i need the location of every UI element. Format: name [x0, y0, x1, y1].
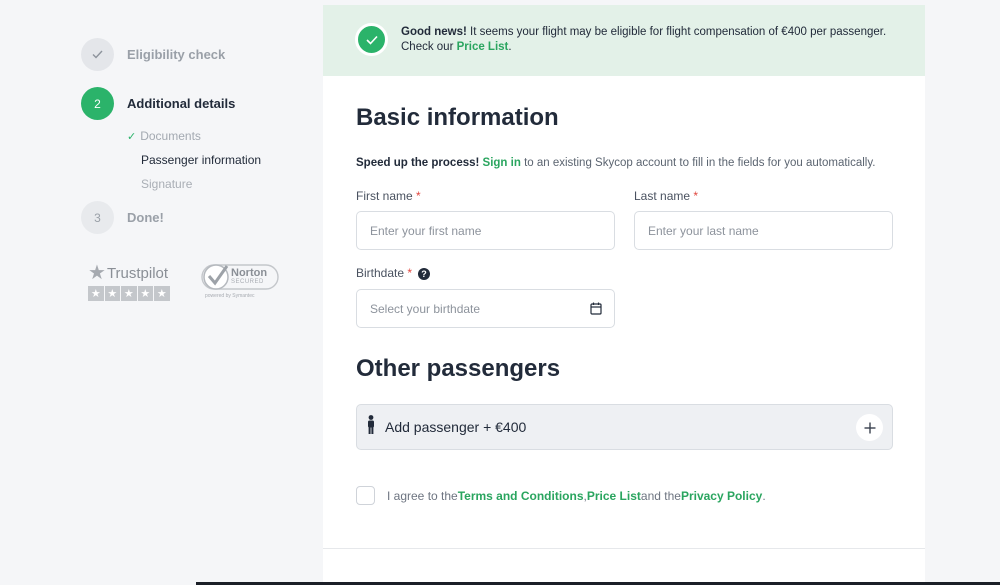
- substep-label: Documents: [140, 129, 201, 143]
- help-icon[interactable]: ?: [418, 267, 431, 280]
- step-additional-details: 2 Additional details: [81, 87, 235, 120]
- label-text: Last name: [634, 189, 691, 203]
- step-label: Eligibility check: [127, 47, 226, 62]
- required-mark: *: [407, 266, 413, 280]
- banner-suffix: .: [508, 41, 512, 53]
- substep-documents: ✓ Documents: [127, 129, 201, 143]
- eligibility-banner: Good news! It seems your flight may be e…: [323, 5, 925, 76]
- last-name-input[interactable]: Enter your last name: [634, 211, 893, 250]
- norton-sub: SECURED: [231, 279, 264, 285]
- first-name-label: First name *: [356, 189, 421, 203]
- required-mark: *: [693, 189, 699, 203]
- substep-label: Passenger information: [141, 153, 262, 167]
- star-icon: ★: [137, 286, 153, 301]
- add-passenger-label: Add passenger + €400: [385, 419, 527, 435]
- price-list-link[interactable]: Price List: [587, 489, 641, 503]
- terms-checkbox[interactable]: [356, 486, 375, 505]
- claim-form-card: Good news! It seems your flight may be e…: [323, 5, 925, 585]
- check-icon: ✓: [127, 130, 137, 143]
- agree-end: .: [762, 488, 766, 503]
- calendar-icon[interactable]: [590, 302, 602, 318]
- last-name-label: Last name *: [634, 189, 698, 203]
- birthdate-input[interactable]: Select your birthdate: [356, 289, 615, 328]
- person-icon: [367, 415, 375, 439]
- speed-text: to an existing Skycop account to fill in…: [520, 157, 876, 169]
- plus-icon[interactable]: [856, 414, 883, 441]
- banner-message: Good news! It seems your flight may be e…: [401, 25, 901, 55]
- step-done: 3 Done!: [81, 201, 164, 234]
- norton-name: Norton: [231, 267, 268, 279]
- star-icon: ★: [104, 286, 120, 301]
- rating-stars: ★ ★ ★ ★ ★: [88, 286, 171, 301]
- sign-in-link[interactable]: Sign in: [483, 157, 521, 169]
- norton-powered: powered by Symantec: [205, 293, 255, 299]
- price-list-link[interactable]: Price List: [457, 41, 509, 53]
- section-title-other: Other passengers: [356, 355, 561, 382]
- banner-strong: Good news!: [401, 26, 467, 38]
- norton-secured-logo: Norton SECURED powered by Symantec: [201, 262, 279, 302]
- progress-sidebar: Eligibility check 2 Additional details ✓…: [0, 0, 320, 585]
- step-label: Done!: [127, 210, 164, 225]
- divider: [323, 548, 925, 549]
- section-title-basic: Basic information: [356, 104, 559, 131]
- banner-line2: Check our: [401, 41, 457, 53]
- substep-label: Signature: [141, 177, 193, 191]
- substep-signature: Signature: [141, 177, 192, 191]
- speed-strong: Speed up the process!: [356, 157, 480, 169]
- terms-agreement: I agree to the Terms and Conditions, Pri…: [356, 486, 766, 505]
- check-circle-icon: [355, 23, 388, 56]
- trustpilot-logo: ★ Trustpilot ★ ★ ★ ★ ★: [88, 263, 171, 301]
- banner-text: It seems your flight may be eligible for…: [466, 26, 887, 38]
- step-number: 3: [81, 201, 114, 234]
- speed-up-message: Speed up the process! Sign in to an exis…: [356, 157, 875, 169]
- terms-link[interactable]: Terms and Conditions: [458, 489, 584, 503]
- label-text: Birthdate: [356, 266, 405, 280]
- required-mark: *: [416, 189, 421, 203]
- agree-sep: and the: [640, 488, 681, 503]
- star-icon: ★: [88, 286, 104, 301]
- check-icon: [81, 38, 114, 71]
- agree-prefix: I agree to the: [387, 488, 458, 503]
- trustpilot-name: Trustpilot: [106, 264, 169, 282]
- step-number: 2: [81, 87, 114, 120]
- step-label: Additional details: [127, 96, 236, 111]
- star-icon: ★: [154, 286, 170, 301]
- first-name-input[interactable]: Enter your first name: [356, 211, 615, 250]
- birthdate-label: Birthdate *?: [356, 266, 431, 280]
- star-icon: ★: [121, 286, 137, 301]
- add-passenger-button[interactable]: Add passenger + €400: [356, 404, 893, 450]
- privacy-policy-link[interactable]: Privacy Policy: [681, 489, 762, 503]
- step-eligibility-check: Eligibility check: [81, 38, 225, 71]
- substep-passenger-information: Passenger information: [141, 153, 261, 167]
- star-icon: ★: [88, 262, 106, 284]
- birthdate-placeholder: Select your birthdate: [370, 301, 481, 316]
- label-text: First name: [356, 189, 413, 203]
